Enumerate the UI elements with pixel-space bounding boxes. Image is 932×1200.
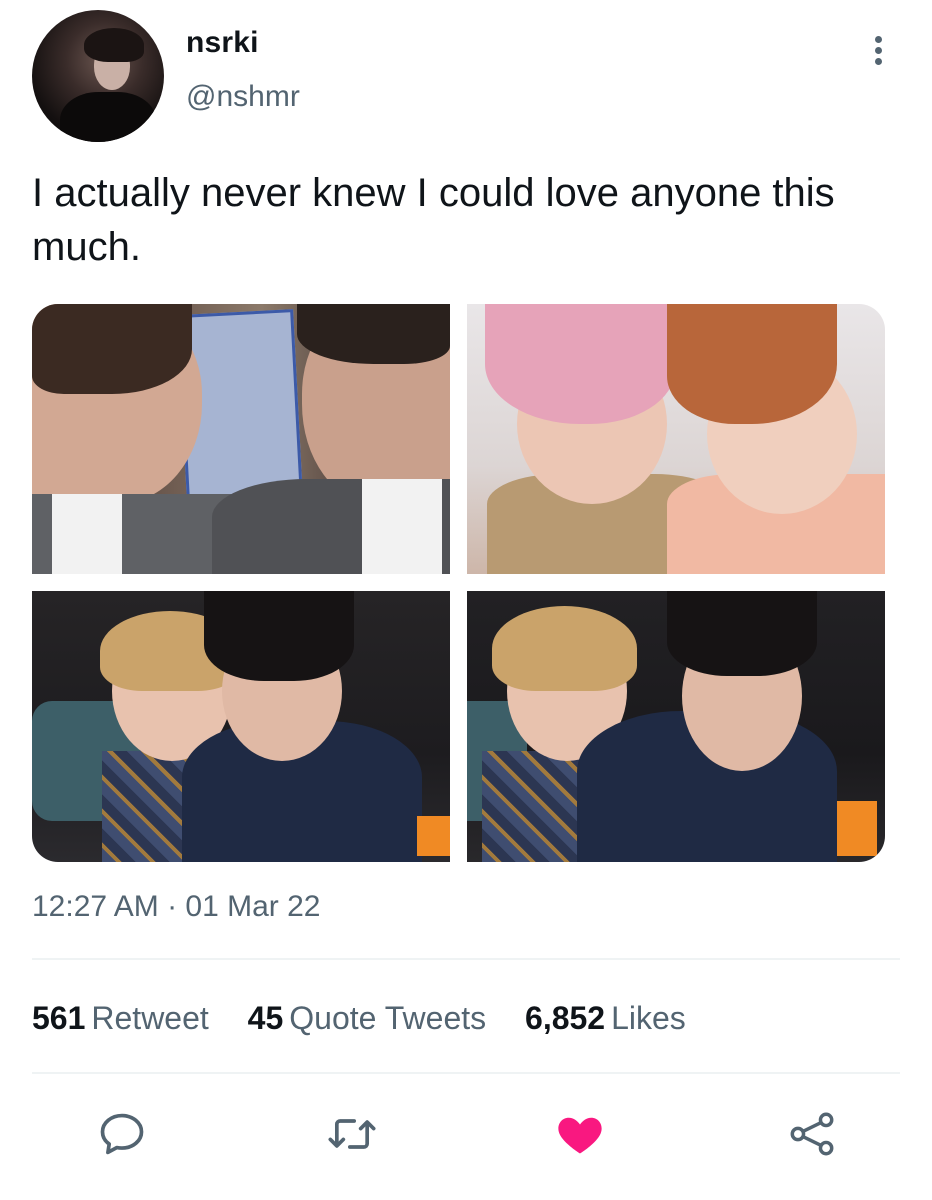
heart-icon: [558, 1117, 602, 1154]
tweet-photo-1[interactable]: [32, 304, 450, 574]
avatar-hair-shape: [84, 28, 144, 62]
retweet-arrows-icon: [328, 1119, 376, 1149]
quotes-stat[interactable]: 45 Quote Tweets: [248, 1000, 486, 1037]
tweet-photo-4[interactable]: [467, 591, 885, 862]
more-dot: [874, 58, 882, 65]
likes-stat[interactable]: 6,852 Likes: [525, 1000, 686, 1037]
photo-orange-cup-shape: [417, 816, 450, 856]
tweet-timestamp[interactable]: 12:27 AM · 01 Mar 22: [32, 890, 321, 924]
likes-label: Likes: [611, 1000, 686, 1036]
author-avatar[interactable]: [32, 10, 164, 142]
likes-count: 6,852: [525, 1000, 606, 1036]
more-dot: [874, 36, 882, 43]
retweet-button[interactable]: [326, 1108, 378, 1160]
media-grid: [32, 304, 885, 862]
photo-collar-right: [362, 479, 442, 574]
like-button[interactable]: [554, 1108, 606, 1160]
retweets-label: Retweet: [91, 1000, 209, 1036]
share-button[interactable]: [786, 1108, 838, 1160]
more-options-icon[interactable]: [868, 36, 888, 72]
photo-left-hair-shape: [32, 304, 192, 394]
tweet-photo-2[interactable]: [467, 304, 885, 574]
author-display-name[interactable]: nsrki: [186, 26, 259, 60]
engagement-stats: 561 Retweet 45 Quote Tweets 6,852 Likes: [32, 1000, 716, 1037]
divider-bottom: [32, 1072, 900, 1074]
speech-bubble-icon: [100, 1113, 144, 1155]
photo-dark-hair-shape: [667, 591, 817, 676]
divider-top: [32, 958, 900, 960]
photo-orange-hair-shape: [667, 304, 837, 424]
tweet-photo-3[interactable]: [32, 591, 450, 862]
photo-orange-cup-shape: [837, 801, 877, 856]
author-handle[interactable]: @nshmr: [186, 80, 300, 114]
photo-pink-hair-shape: [485, 304, 675, 424]
quotes-count: 45: [247, 1000, 284, 1036]
tweet-text: I actually never knew I could love anyon…: [32, 171, 835, 269]
avatar-body-shape: [60, 92, 156, 142]
share-nodes-icon: [790, 1112, 834, 1156]
photo-dark-hair-shape: [204, 591, 354, 681]
retweets-stat[interactable]: 561 Retweet: [32, 1000, 209, 1037]
photo-collar-left: [52, 494, 122, 574]
photo-blonde-hair-shape: [492, 606, 637, 691]
photo-right-hair-shape: [297, 304, 450, 364]
retweets-count: 561: [32, 1000, 86, 1036]
quotes-label: Quote Tweets: [289, 1000, 487, 1036]
reply-button[interactable]: [96, 1108, 148, 1160]
more-dot: [874, 47, 882, 54]
